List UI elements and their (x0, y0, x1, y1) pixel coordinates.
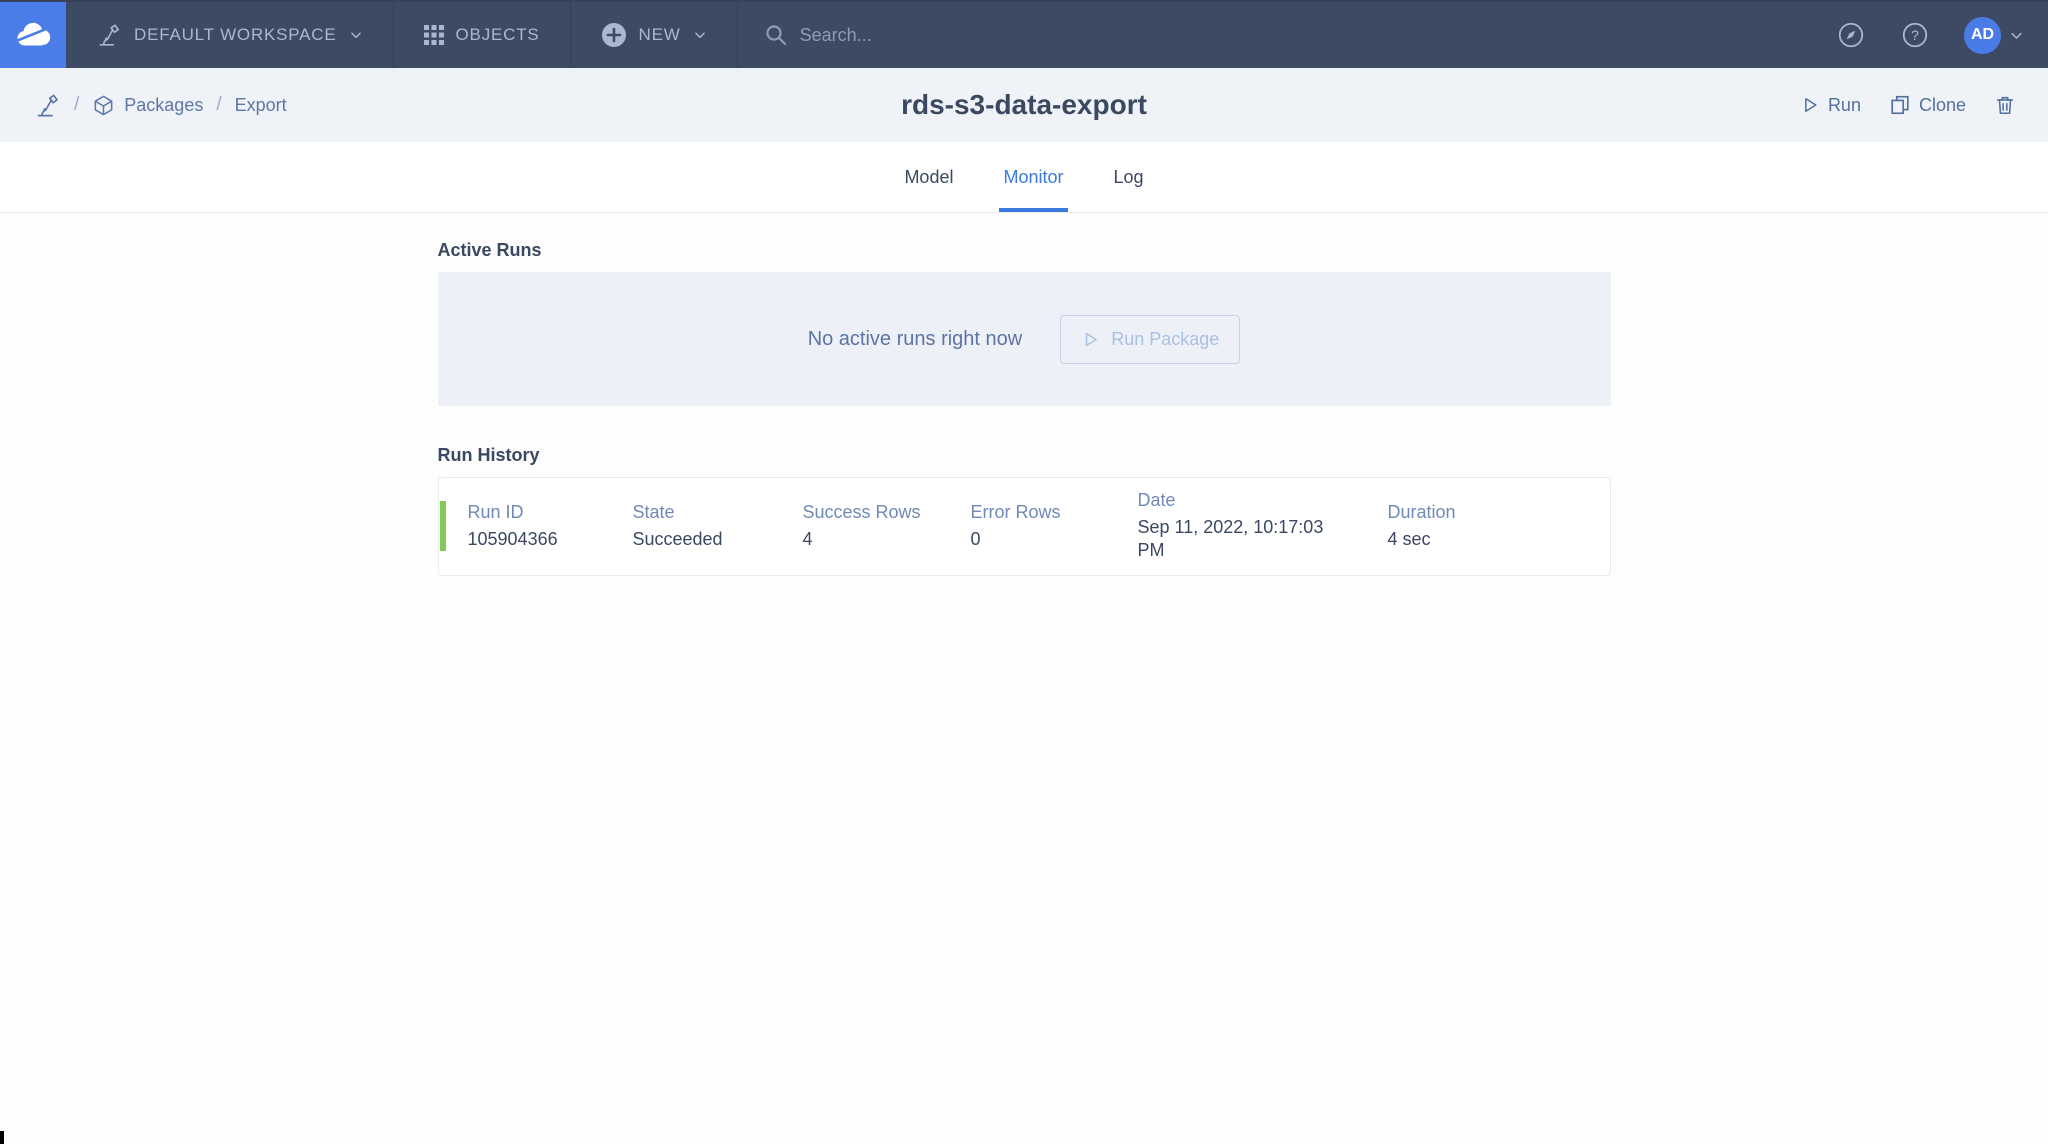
duration-label: Duration (1388, 502, 1590, 523)
cloud-logo-icon (13, 20, 53, 50)
error-rows-label: Error Rows (971, 502, 1138, 523)
page-header: / Packages / Export rds-s3-data-export R… (0, 68, 2048, 142)
breadcrumb-packages-label: Packages (124, 95, 203, 116)
screenshot-corner-artifact (0, 1131, 4, 1144)
objects-label: OBJECTS (456, 25, 540, 45)
clone-button-label: Clone (1919, 95, 1966, 116)
trash-icon (1994, 94, 2016, 116)
tab-log[interactable]: Log (1110, 142, 1148, 212)
run-package-button[interactable]: Run Package (1060, 315, 1240, 364)
run-id-value: 105904366 (468, 528, 633, 551)
plus-circle-icon (601, 22, 627, 48)
success-rows-value: 4 (803, 528, 971, 551)
breadcrumb-separator: / (216, 94, 221, 116)
workspace-selector[interactable]: DEFAULT WORKSPACE (66, 2, 394, 68)
new-label: NEW (639, 25, 681, 45)
chevron-down-icon (349, 28, 363, 42)
error-rows-value: 0 (971, 528, 1138, 551)
topbar-right-controls: ? AD (1826, 2, 2048, 68)
run-button[interactable]: Run (1800, 95, 1861, 116)
run-history-section: Run History Run ID 105904366 State Succe… (438, 445, 1611, 576)
top-navigation-bar: DEFAULT WORKSPACE OBJECTS NEW (0, 0, 2048, 68)
monitor-content: Active Runs No active runs right now Run… (438, 213, 1611, 576)
delete-button[interactable] (1994, 94, 2016, 116)
workspace-label: DEFAULT WORKSPACE (134, 25, 337, 45)
play-icon (1081, 330, 1100, 349)
run-id-label: Run ID (468, 502, 633, 523)
avatar: AD (1964, 17, 2001, 54)
grid-icon (424, 25, 444, 45)
duration-value: 4 sec (1388, 528, 1590, 551)
active-runs-panel: No active runs right now Run Package (438, 272, 1611, 406)
new-menu[interactable]: NEW (571, 2, 738, 68)
svg-text:?: ? (1911, 28, 1919, 43)
breadcrumb: / Packages / Export (34, 92, 287, 119)
date-value: Sep 11, 2022, 10:17:03 PM (1138, 516, 1334, 563)
success-rows-cell: Success Rows 4 (803, 502, 971, 551)
tab-bar: Model Monitor Log (0, 142, 2048, 213)
breadcrumb-current: Export (235, 95, 287, 116)
global-search (738, 2, 1826, 68)
tab-monitor[interactable]: Monitor (999, 142, 1067, 212)
breadcrumb-packages[interactable]: Packages (92, 94, 203, 117)
run-history-row[interactable]: Run ID 105904366 State Succeeded Success… (438, 477, 1611, 576)
help-icon[interactable]: ? (1900, 20, 1930, 50)
search-icon (764, 23, 788, 47)
header-actions: Run Clone (1800, 94, 2016, 116)
success-rows-label: Success Rows (803, 502, 971, 523)
run-history-heading: Run History (438, 445, 1611, 466)
run-package-label: Run Package (1111, 329, 1219, 350)
objects-menu[interactable]: OBJECTS (394, 2, 571, 68)
date-label: Date (1138, 490, 1388, 511)
run-button-label: Run (1828, 95, 1861, 116)
no-active-runs-message: No active runs right now (808, 328, 1023, 351)
state-value: Succeeded (633, 528, 803, 551)
active-runs-heading: Active Runs (438, 240, 1611, 261)
account-menu[interactable]: AD (1964, 17, 2024, 54)
date-cell: Date Sep 11, 2022, 10:17:03 PM (1138, 490, 1388, 563)
run-id-cell: Run ID 105904366 (468, 502, 633, 551)
copy-icon (1889, 94, 1911, 116)
chevron-down-icon (2009, 28, 2024, 43)
app-logo[interactable] (0, 2, 66, 68)
page-title: rds-s3-data-export (0, 89, 2048, 121)
breadcrumb-separator: / (74, 94, 79, 116)
state-label: State (633, 502, 803, 523)
compass-icon[interactable] (1836, 20, 1866, 50)
duration-cell: Duration 4 sec (1388, 502, 1590, 551)
tab-model[interactable]: Model (900, 142, 957, 212)
package-cube-icon (92, 94, 115, 117)
error-rows-cell: Error Rows 0 (971, 502, 1138, 551)
breadcrumb-workspace-icon[interactable] (34, 92, 61, 119)
clone-button[interactable]: Clone (1889, 94, 1966, 116)
chevron-down-icon (693, 28, 707, 42)
search-input[interactable] (800, 25, 1800, 46)
workspace-lamp-icon (96, 22, 122, 48)
state-cell: State Succeeded (633, 502, 803, 551)
play-icon (1800, 95, 1820, 115)
